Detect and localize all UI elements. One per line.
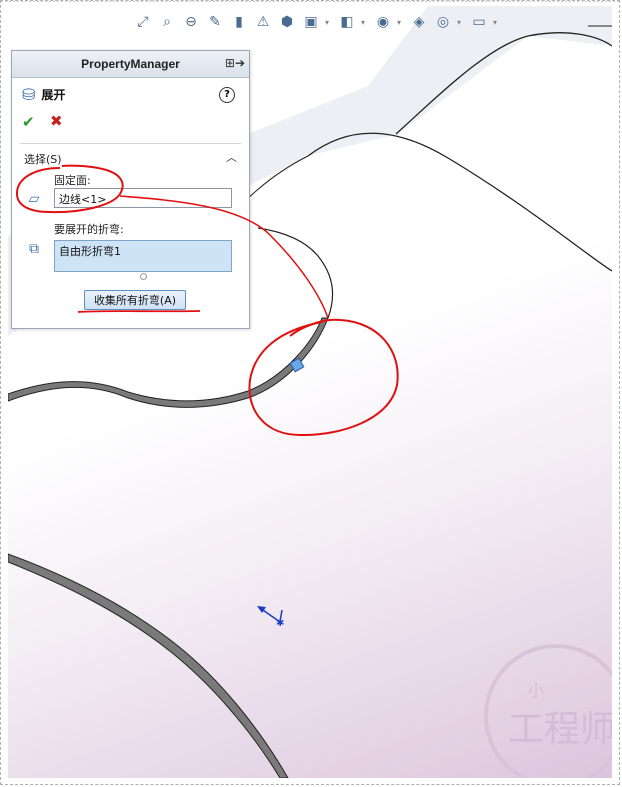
- feature-title: 展开: [41, 88, 66, 102]
- dropdown-arrow-icon[interactable]: ▾: [457, 18, 465, 27]
- display-style-icon[interactable]: ⚠: [253, 12, 273, 32]
- hide-show-icon[interactable]: ⬢: [277, 12, 297, 32]
- svg-text:✱: ✱: [276, 618, 284, 629]
- chevron-up-icon[interactable]: ︿: [226, 149, 237, 165]
- collect-all-bends-button[interactable]: 收集所有折弯(A): [84, 290, 186, 310]
- unfold-feature-icon: ⛁: [22, 85, 36, 104]
- list-resize-handle[interactable]: [140, 273, 147, 280]
- sheet-thickness-band-lower: [8, 553, 289, 778]
- heads-up-view-toolbar: ⤢ ⌕ ⊖ ✎ ▮ ⚠ ⬢ ▣ ▾ ◧ ▾ ◉ ▾ ◈ ◎ ▾ ▭ ▾: [133, 10, 553, 34]
- divider: [20, 143, 241, 144]
- svg-text:小: 小: [528, 681, 544, 700]
- ok-check-icon[interactable]: ✔: [22, 113, 35, 131]
- zoom-fit-icon[interactable]: ⤢: [133, 12, 153, 32]
- property-manager-header: PropertyManager ⊞➔: [12, 51, 249, 78]
- selection-group-title[interactable]: 选择(S): [24, 151, 62, 167]
- eye-icon[interactable]: ◉: [373, 12, 393, 32]
- dropdown-arrow-icon[interactable]: ▾: [493, 18, 501, 27]
- section-view-icon[interactable]: ✎: [205, 12, 225, 32]
- scene-icon[interactable]: ◧: [337, 12, 357, 32]
- appearance-icon[interactable]: ▣: [301, 12, 321, 32]
- edit-appearance-icon[interactable]: ◈: [409, 12, 429, 32]
- dropdown-arrow-icon[interactable]: ▾: [397, 18, 405, 27]
- view-settings-icon[interactable]: ▭: [469, 12, 489, 32]
- dropdown-arrow-icon[interactable]: ▾: [325, 18, 333, 27]
- face-selection-icon: ▱: [28, 191, 40, 207]
- zoom-area-icon[interactable]: ⌕: [157, 12, 177, 32]
- fixed-face-label: 固定面:: [54, 174, 91, 187]
- watermark-text: 工程师: [508, 709, 612, 750]
- apply-scene-icon[interactable]: ◎: [433, 12, 453, 32]
- cancel-x-icon[interactable]: ✖: [50, 112, 63, 130]
- dropdown-arrow-icon[interactable]: ▾: [361, 18, 369, 27]
- pin-icon[interactable]: ⊞➔: [225, 56, 245, 70]
- bends-to-unfold-label: 要展开的折弯:: [54, 223, 124, 236]
- sheet-edge-fold: [257, 227, 334, 319]
- view-orient-icon[interactable]: ▮: [229, 12, 249, 32]
- sheet-edge-ridge: [307, 132, 612, 272]
- property-manager-title: PropertyManager: [81, 57, 180, 71]
- property-manager-panel: PropertyManager ⊞➔ ⛁ 展开 ? ✔ ✖ 选择(S) ︿ 固定…: [11, 50, 250, 329]
- fixed-face-field[interactable]: 边线<1>: [54, 188, 232, 208]
- bends-list[interactable]: 自由形折弯1: [54, 240, 232, 272]
- sheet-thickness-band: [8, 317, 329, 408]
- feature-header: ⛁ 展开: [22, 85, 65, 104]
- zoom-prev-icon[interactable]: ⊖: [181, 12, 201, 32]
- bend-selection-icon: ⧉: [29, 241, 39, 257]
- help-icon[interactable]: ?: [219, 87, 235, 103]
